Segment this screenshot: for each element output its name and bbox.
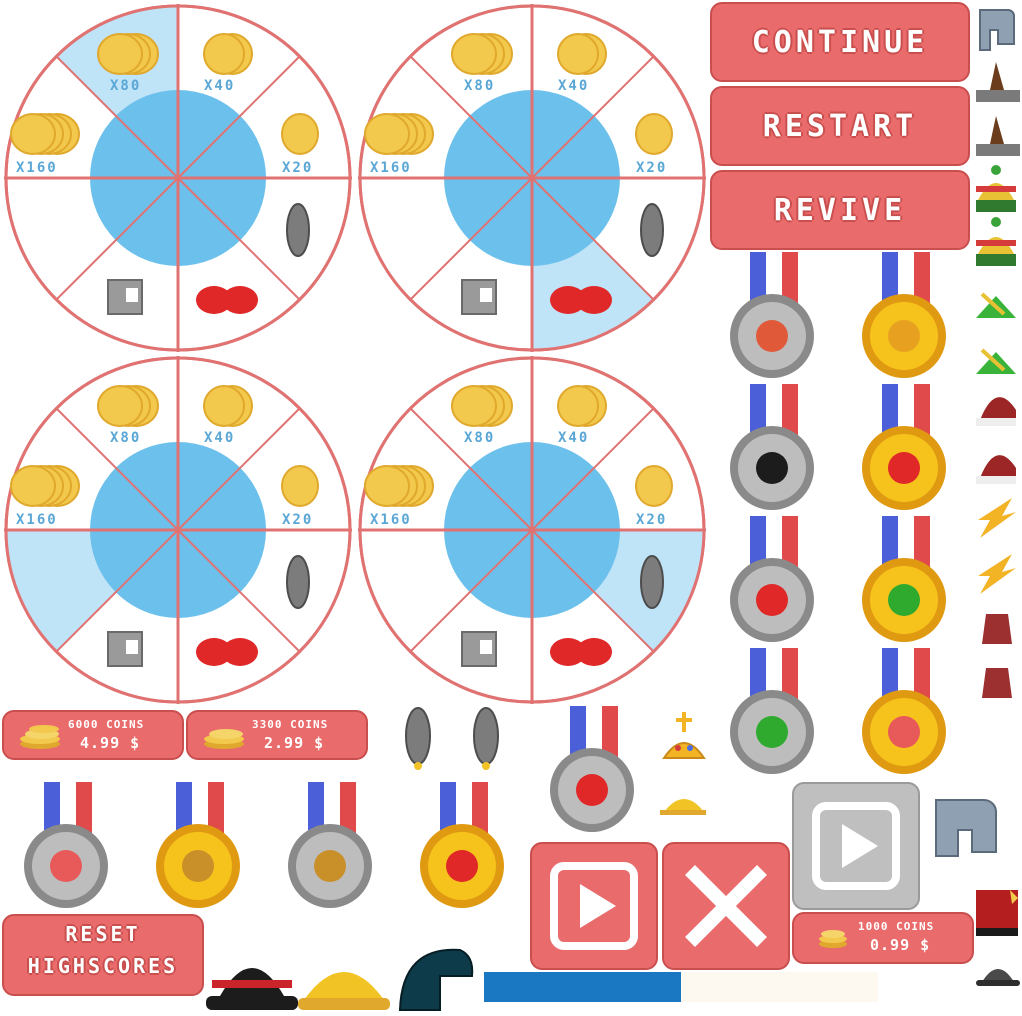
feather-cap-icon: [976, 292, 1016, 318]
fez-icon: [982, 614, 1012, 644]
bowler-hat-small-icon: [976, 969, 1020, 986]
lightning-hat-icon: [978, 498, 1016, 538]
santa-hat-icon: [976, 455, 1016, 484]
guard-hat-icon: [976, 890, 1018, 936]
bobble-hat-icon: [976, 165, 1016, 212]
rocket-icon: [473, 707, 499, 770]
bobble-hat-icon: [976, 217, 1016, 266]
helmet-icon: [398, 948, 474, 1011]
wizard-hat-icon: [976, 116, 1020, 156]
crown-small-icon: [662, 712, 706, 759]
hard-hat-small-icon: [660, 799, 706, 815]
bowler-hat-icon: [206, 968, 298, 1010]
hard-hat-icon: [298, 972, 390, 1010]
wizard-hat-icon: [976, 62, 1020, 102]
fez-icon: [982, 668, 1012, 698]
gray-beanie-icon: [979, 9, 1015, 51]
feather-cap-icon: [976, 348, 1016, 374]
lightning-hat-icon: [978, 554, 1016, 594]
large-gray-beanie-icon: [935, 799, 997, 857]
santa-hat-icon: [976, 397, 1016, 426]
sprite-layer: [206, 9, 1020, 1011]
rocket-icon: [405, 707, 431, 770]
